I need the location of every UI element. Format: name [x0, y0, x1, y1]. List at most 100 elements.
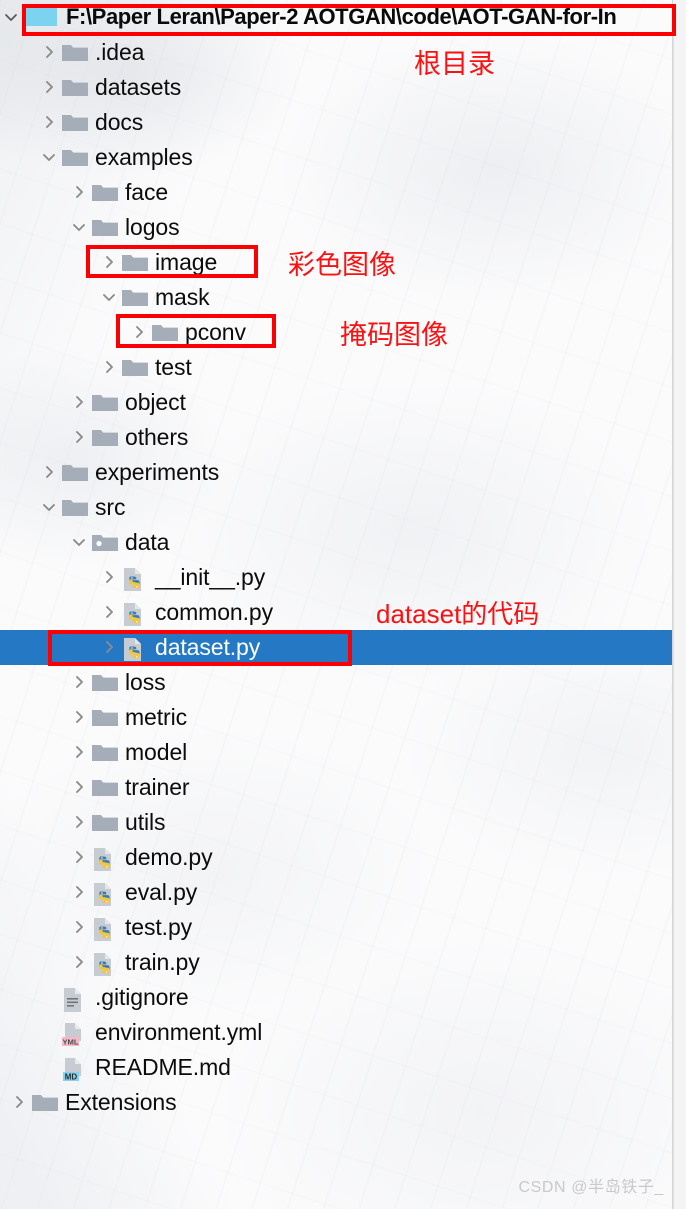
tree-row[interactable]: mask — [0, 280, 672, 315]
tree-row[interactable]: .idea — [0, 35, 672, 70]
annot-mask-image: 掩码图像 — [340, 320, 448, 350]
chevron-right-icon[interactable] — [98, 560, 120, 595]
tree-row[interactable]: eval.py — [0, 875, 672, 910]
chevron-right-icon[interactable] — [38, 105, 60, 140]
chevron-down-icon[interactable] — [98, 280, 120, 315]
tree-row[interactable]: data — [0, 525, 672, 560]
tree-row[interactable]: test.py — [0, 910, 672, 945]
tree-row-label: src — [95, 494, 126, 520]
tree-row[interactable]: MD README.md — [0, 1050, 672, 1085]
tree-row[interactable]: .gitignore — [0, 980, 672, 1015]
chevron-right-icon[interactable] — [38, 70, 60, 105]
tree-row[interactable]: model — [0, 735, 672, 770]
tree-row[interactable]: dataset.py — [0, 630, 672, 665]
chevron-right-icon[interactable] — [68, 805, 90, 840]
chevron-right-icon[interactable] — [98, 630, 120, 665]
chevron-down-icon[interactable] — [38, 490, 60, 525]
python-file-icon — [90, 910, 120, 945]
tree-row[interactable]: demo.py — [0, 840, 672, 875]
tree-row-label: train.py — [125, 949, 200, 975]
root-chevron-down-icon[interactable] — [0, 0, 22, 35]
python-file-icon — [120, 560, 150, 595]
tree-row[interactable]: object — [0, 385, 672, 420]
tree-row[interactable]: __init__.py — [0, 560, 672, 595]
tree-row[interactable]: docs — [0, 105, 672, 140]
tree-row-label: pconv — [185, 319, 246, 345]
tree-row[interactable]: Extensions — [0, 1085, 672, 1120]
file-explorer-screenshot: .idea datasets docs examples face logos image m… — [0, 0, 686, 1209]
tree-row[interactable]: logos — [0, 210, 672, 245]
chevron-right-icon[interactable] — [68, 910, 90, 945]
tree-row[interactable]: train.py — [0, 945, 672, 980]
chevron-right-icon[interactable] — [98, 245, 120, 280]
folder-icon — [60, 455, 90, 490]
chevron-right-icon[interactable] — [128, 315, 150, 350]
tree-row[interactable]: metric — [0, 700, 672, 735]
folder-icon — [90, 805, 120, 840]
tree-row[interactable]: YML environment.yml — [0, 1015, 672, 1050]
project-file-tree[interactable]: .idea datasets docs examples face logos image m… — [0, 0, 672, 1209]
tree-row[interactable]: trainer — [0, 770, 672, 805]
tree-row[interactable]: loss — [0, 665, 672, 700]
tree-row[interactable]: face — [0, 175, 672, 210]
chevron-right-icon[interactable] — [98, 350, 120, 385]
tree-row[interactable]: others — [0, 420, 672, 455]
folder-icon — [90, 385, 120, 420]
tree-no-chevron — [38, 980, 60, 1015]
chevron-right-icon[interactable] — [68, 420, 90, 455]
chevron-down-icon[interactable] — [38, 140, 60, 175]
chevron-right-icon[interactable] — [68, 700, 90, 735]
root-path-row[interactable]: F:\Paper Leran\Paper-2 AOTGAN\code\AOT-G… — [0, 0, 672, 34]
chevron-right-icon[interactable] — [68, 175, 90, 210]
chevron-right-icon[interactable] — [38, 35, 60, 70]
chevron-right-icon[interactable] — [68, 735, 90, 770]
tree-row-label: README.md — [95, 1054, 231, 1080]
tree-row[interactable]: utils — [0, 805, 672, 840]
tree-row-label: trainer — [125, 774, 190, 800]
chevron-down-icon[interactable] — [68, 525, 90, 560]
tree-row[interactable]: experiments — [0, 455, 672, 490]
chevron-right-icon[interactable] — [68, 770, 90, 805]
tree-row[interactable]: test — [0, 350, 672, 385]
tree-row-label: data — [125, 529, 170, 555]
python-file-icon — [90, 945, 120, 980]
root-path-label: F:\Paper Leran\Paper-2 AOTGAN\code\AOT-G… — [66, 4, 617, 29]
chevron-right-icon[interactable] — [68, 840, 90, 875]
chevron-right-icon[interactable] — [68, 385, 90, 420]
python-file-icon — [90, 840, 120, 875]
chevron-down-icon[interactable] — [68, 210, 90, 245]
chevron-right-icon[interactable] — [38, 455, 60, 490]
chevron-right-icon[interactable] — [98, 595, 120, 630]
tree-row[interactable]: datasets — [0, 70, 672, 105]
folder-icon — [120, 245, 150, 280]
tree-row[interactable]: examples — [0, 140, 672, 175]
tree-row[interactable]: src — [0, 490, 672, 525]
chevron-right-icon[interactable] — [68, 875, 90, 910]
chevron-right-icon[interactable] — [68, 945, 90, 980]
annot-root-directory: 根目录 — [414, 49, 495, 79]
chevron-right-icon[interactable] — [8, 1085, 30, 1120]
tree-row-label: examples — [95, 144, 193, 170]
tree-row-label: environment.yml — [95, 1019, 263, 1045]
python-file-icon — [120, 630, 150, 665]
folder-icon — [30, 1085, 60, 1120]
tree-row[interactable]: common.py — [0, 595, 672, 630]
tree-row[interactable]: pconv — [0, 315, 672, 350]
chevron-right-icon[interactable] — [68, 665, 90, 700]
tree-row-label: Extensions — [65, 1089, 177, 1115]
tree-no-chevron — [38, 1015, 60, 1050]
tree-row-label: .gitignore — [95, 984, 189, 1010]
